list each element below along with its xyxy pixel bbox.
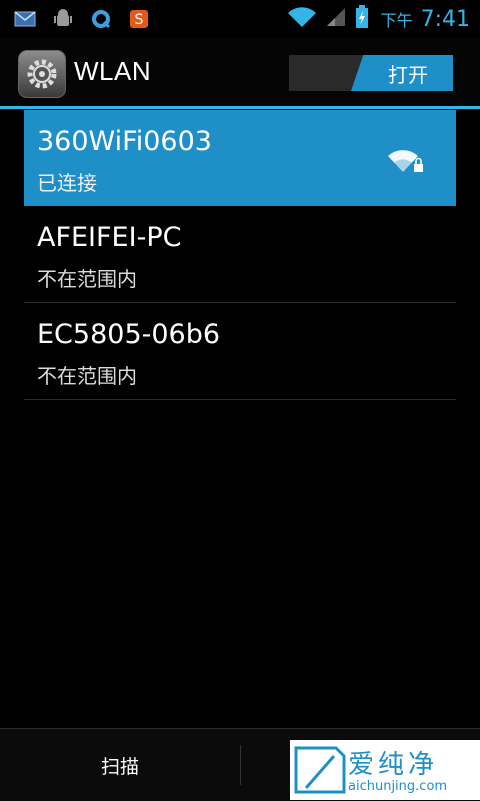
network-name: EC5805-06b6 <box>37 319 221 350</box>
wlan-toggle[interactable]: 打开 <box>289 55 453 91</box>
action-bar: WLAN 打开 <box>0 38 480 109</box>
wifi-status-icon <box>287 6 317 32</box>
network-row[interactable]: EC5805-06b6 不在范围内 <box>24 303 456 400</box>
cell-signal-icon <box>325 6 347 32</box>
watermark-logo: 爱纯净 aichunjing.com <box>290 740 480 800</box>
wifi-lock-icon <box>388 144 424 178</box>
network-status: 不在范围内 <box>37 364 137 388</box>
clock: 7:41 <box>420 6 470 32</box>
battery-charging-icon <box>355 5 369 33</box>
network-row[interactable]: 360WiFi0603 已连接 <box>24 110 456 206</box>
status-bar: S 下午 7:41 <box>0 0 480 38</box>
mail-icon <box>14 8 36 30</box>
network-row[interactable]: AFEIFEI-PC 不在范围内 <box>24 206 456 303</box>
time-ampm: 下午 <box>380 11 413 30</box>
divider <box>240 745 241 785</box>
scan-button[interactable]: 扫描 <box>0 729 240 801</box>
android-debug-icon <box>52 8 74 30</box>
network-name: 360WiFi0603 <box>37 126 212 157</box>
network-list: 360WiFi0603 已连接 AFEIFEI-PC 不在范围内 EC5805-… <box>24 110 456 400</box>
network-status: 已连接 <box>37 171 97 195</box>
toggle-label: 打开 <box>388 62 428 87</box>
network-name: AFEIFEI-PC <box>37 222 182 253</box>
q-app-icon <box>90 8 112 30</box>
toggle-on-thumb: 打开 <box>351 55 453 91</box>
network-status: 不在范围内 <box>37 267 137 291</box>
settings-gear-icon[interactable] <box>18 50 66 98</box>
watermark-text: 爱纯净 <box>348 750 439 780</box>
page-title: WLAN <box>74 56 152 86</box>
s-app-icon: S <box>128 8 150 30</box>
svg-text:S: S <box>135 12 144 28</box>
watermark-url: aichunjing.com <box>348 779 448 794</box>
